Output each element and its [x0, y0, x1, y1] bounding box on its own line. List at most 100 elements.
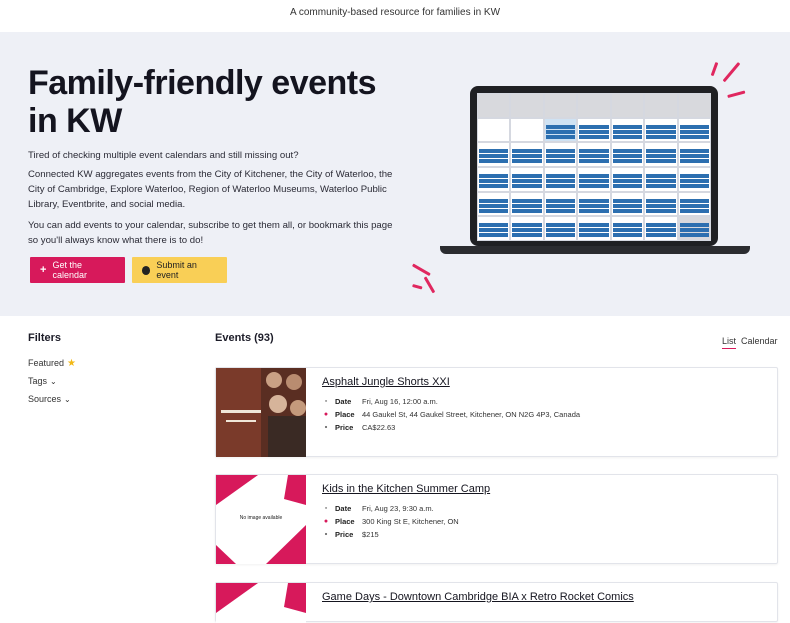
calendar-preview-cell — [510, 191, 544, 217]
filter-featured[interactable]: Featured ★ — [28, 354, 198, 372]
event-price: $215 — [362, 530, 379, 539]
calendar-preview-cell — [510, 142, 544, 167]
calendar-preview-cell — [677, 216, 711, 241]
burst-line-icon — [710, 61, 718, 77]
calendar-preview-cell — [543, 166, 578, 192]
calendar-preview-cell — [543, 191, 578, 217]
calendar-preview-cell — [644, 216, 678, 241]
calendar-icon: ▫ — [324, 505, 328, 512]
hero-title: Family-friendly events in KW — [28, 64, 377, 140]
view-list-link[interactable]: List — [722, 336, 737, 349]
burst-line-icon — [412, 284, 423, 290]
event-card[interactable]: No image available Kids in the Kitchen S… — [215, 474, 778, 564]
event-card[interactable]: Game Days - Downtown Cambridge BIA x Ret… — [215, 582, 778, 623]
calendar-preview-cell — [577, 191, 611, 217]
calendar-preview-cell — [677, 191, 711, 217]
filters-panel: Filters Featured ★ Tags ⌄ Sources ⌄ — [28, 332, 198, 408]
calendar-preview-cell — [644, 166, 678, 192]
calendar-preview-cell — [610, 117, 645, 143]
calendar-preview — [477, 93, 711, 241]
place-label: Place — [335, 517, 355, 526]
hero-intro: Tired of checking multiple event calenda… — [28, 150, 299, 161]
map-pin-icon: ● — [323, 411, 329, 418]
event-thumbnail — [216, 368, 306, 457]
no-image-text: No image available — [239, 515, 283, 521]
star-icon: ★ — [67, 357, 76, 369]
date-label: Date — [335, 504, 352, 513]
filter-tags[interactable]: Tags ⌄ — [28, 372, 198, 390]
calendar-preview-cell — [677, 93, 711, 118]
calendar-preview-cell — [677, 117, 711, 143]
calendar-preview-cell — [677, 166, 711, 192]
event-date: Fri, Aug 23, 9:30 a.m. — [362, 504, 434, 513]
event-place: 44 Gaukel St, 44 Gaukel Street, Kitchene… — [362, 410, 581, 419]
calendar-preview-cell — [610, 93, 645, 118]
chevron-down-icon: ⌄ — [50, 376, 57, 386]
calendar-preview-cell — [477, 166, 511, 192]
calendar-preview-cell — [577, 166, 611, 192]
view-calendar-link[interactable]: Calendar — [741, 336, 778, 349]
date-label: Date — [335, 397, 352, 406]
burst-line-icon — [722, 62, 740, 82]
calendar-preview-cell — [543, 216, 578, 241]
event-card[interactable]: Asphalt Jungle Shorts XXI ▫ Date Fri, Au… — [215, 367, 778, 457]
hero-section: Family-friendly events in KW Tired of ch… — [0, 32, 790, 316]
calendar-preview-cell — [577, 142, 611, 167]
place-label: Place — [335, 410, 355, 419]
event-price: CA$22.63 — [362, 423, 396, 432]
event-title[interactable]: Asphalt Jungle Shorts XXI — [322, 376, 450, 388]
calendar-preview-cell — [610, 166, 645, 192]
tag-icon: ⬩ — [324, 423, 328, 431]
filter-tags-label: Tags — [28, 376, 48, 386]
event-place: 300 King St E, Kitchener, ON — [362, 517, 459, 526]
calendar-preview-cell — [610, 216, 645, 241]
filters-title: Filters — [28, 332, 62, 344]
filter-sources[interactable]: Sources ⌄ — [28, 390, 198, 408]
calendar-preview-cell — [543, 93, 578, 118]
hero-sources: Connected KW aggregates events from the … — [28, 169, 393, 210]
calendar-preview-cell — [477, 93, 511, 118]
calendar-preview-cell — [477, 191, 511, 217]
plus-icon: + — [40, 264, 47, 276]
event-place-row: ● Place 300 King St E, Kitchener, ON — [322, 517, 459, 526]
tag-icon: ⬩ — [324, 530, 328, 538]
calendar-preview-cell — [644, 93, 678, 118]
event-date-row: ▫ Date Fri, Aug 23, 9:30 a.m. — [322, 504, 434, 513]
user-icon — [142, 265, 151, 275]
filter-featured-label: Featured — [28, 358, 65, 368]
calendar-preview-cell — [477, 117, 511, 143]
calendar-preview-cell — [644, 191, 678, 217]
price-label: Price — [335, 423, 354, 432]
calendar-preview-cell — [543, 142, 578, 167]
submit-event-button[interactable]: Submit an event — [132, 257, 227, 283]
event-date-row: ▫ Date Fri, Aug 16, 12:00 a.m. — [322, 397, 438, 406]
event-thumbnail-placeholder — [216, 583, 306, 623]
calendar-preview-cell — [577, 93, 611, 118]
event-price-row: ⬩ Price CA$22.63 — [322, 423, 396, 432]
calendar-preview-cell — [577, 216, 611, 241]
event-title[interactable]: Game Days - Downtown Cambridge BIA x Ret… — [322, 591, 634, 603]
submit-event-label: Submit an event — [156, 260, 197, 280]
chevron-down-icon: ⌄ — [64, 394, 71, 404]
event-title[interactable]: Kids in the Kitchen Summer Camp — [322, 483, 490, 495]
get-calendar-button[interactable]: + Get the calendar — [30, 257, 125, 283]
site-tagline: A community-based resource for families … — [289, 7, 501, 18]
get-calendar-label: Get the calendar — [52, 260, 87, 280]
burst-line-icon — [411, 263, 431, 277]
calendar-preview-cell — [610, 191, 645, 217]
map-pin-icon: ● — [323, 518, 329, 525]
calendar-preview-cell — [644, 117, 678, 143]
event-date: Fri, Aug 16, 12:00 a.m. — [362, 397, 438, 406]
filter-sources-label: Sources — [28, 394, 62, 404]
view-toggle: List Calendar — [722, 336, 778, 349]
calendar-preview-cell — [510, 93, 544, 118]
laptop-calendar-illustration — [440, 86, 750, 291]
calendar-preview-cell — [510, 117, 544, 143]
event-thumbnail-placeholder: No image available — [216, 475, 306, 564]
calendar-icon: ▫ — [324, 398, 328, 405]
calendar-preview-cell — [610, 142, 645, 167]
calendar-preview-cell — [477, 142, 511, 167]
burst-line-icon — [423, 276, 435, 294]
event-place-row: ● Place 44 Gaukel St, 44 Gaukel Street, … — [322, 410, 580, 419]
event-price-row: ⬩ Price $215 — [322, 530, 379, 539]
